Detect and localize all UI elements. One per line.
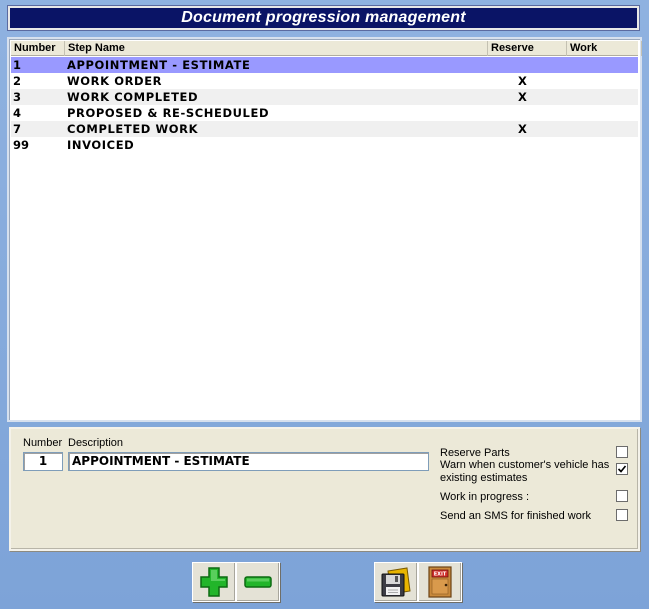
exit-door-icon: EXIT xyxy=(428,566,452,598)
window-title: Document progression management xyxy=(181,9,466,26)
number-label: Number xyxy=(23,437,63,449)
remove-button[interactable] xyxy=(236,562,280,602)
row-number: 1 xyxy=(13,58,22,72)
plus-icon xyxy=(200,567,228,597)
save-button[interactable] xyxy=(374,562,418,602)
list-rows: 1 APPOINTMENT - ESTIMATE 2 WORK ORDER X … xyxy=(11,57,638,153)
checkmark-icon xyxy=(617,465,627,473)
send-sms-label: Send an SMS for finished work xyxy=(440,510,592,522)
warn-estimates-checkbox[interactable] xyxy=(616,463,628,475)
detail-panel: Number Description 1 APPOINTMENT - ESTIM… xyxy=(9,427,640,551)
row-step-name: APPOINTMENT - ESTIMATE xyxy=(67,58,251,72)
steps-list[interactable]: Number Step Name Reserve Work 1 APPOINTM… xyxy=(7,37,642,422)
table-row[interactable]: 7 COMPLETED WORK X xyxy=(11,121,638,137)
description-label: Description xyxy=(68,437,124,449)
table-row[interactable]: 4 PROPOSED & RE-SCHEDULED xyxy=(11,105,638,121)
add-remove-group xyxy=(192,562,282,602)
table-row[interactable]: 1 APPOINTMENT - ESTIMATE xyxy=(11,57,638,73)
row-step-name: COMPLETED WORK xyxy=(67,122,199,136)
column-header-reserve[interactable]: Reserve xyxy=(488,41,567,56)
description-field[interactable]: APPOINTMENT - ESTIMATE xyxy=(68,452,429,471)
row-reserve: X xyxy=(518,122,527,136)
row-step-name: WORK ORDER xyxy=(67,74,163,88)
column-header-number[interactable]: Number xyxy=(11,41,65,56)
exit-sign-text: EXIT xyxy=(434,572,447,578)
send-sms-checkbox[interactable] xyxy=(616,509,628,521)
number-field[interactable]: 1 xyxy=(23,452,63,471)
work-in-progress-label: Work in progress : xyxy=(440,491,530,503)
row-number: 2 xyxy=(13,74,22,88)
row-number: 99 xyxy=(13,138,30,152)
row-number: 7 xyxy=(13,122,22,136)
table-row[interactable]: 2 WORK ORDER X xyxy=(11,73,638,89)
floppy-disk-icon xyxy=(381,567,411,597)
list-header: Number Step Name Reserve Work xyxy=(11,41,642,56)
row-reserve: X xyxy=(518,90,527,104)
row-number: 3 xyxy=(13,90,22,104)
add-button[interactable] xyxy=(192,562,236,602)
row-reserve: X xyxy=(518,74,527,88)
row-step-name: PROPOSED & RE-SCHEDULED xyxy=(67,106,270,120)
row-step-name: INVOICED xyxy=(67,138,135,152)
title-bar: Document progression management xyxy=(7,5,640,31)
row-number: 4 xyxy=(13,106,22,120)
row-step-name: WORK COMPLETED xyxy=(67,90,199,104)
table-row[interactable]: 3 WORK COMPLETED X xyxy=(11,89,638,105)
column-header-step-name[interactable]: Step Name xyxy=(65,41,488,56)
work-in-progress-checkbox[interactable] xyxy=(616,490,628,502)
minus-icon xyxy=(244,576,272,588)
save-exit-group: EXIT xyxy=(374,562,464,602)
column-header-work[interactable]: Work xyxy=(567,41,642,56)
table-row[interactable]: 99 INVOICED xyxy=(11,137,638,153)
reserve-parts-label: Reserve Parts xyxy=(440,447,510,459)
reserve-parts-checkbox[interactable] xyxy=(616,446,628,458)
exit-button[interactable]: EXIT xyxy=(418,562,462,602)
main-window: Document progression management Number S… xyxy=(0,0,649,609)
warn-estimates-label: Warn when customer's vehicle has existin… xyxy=(440,459,610,484)
